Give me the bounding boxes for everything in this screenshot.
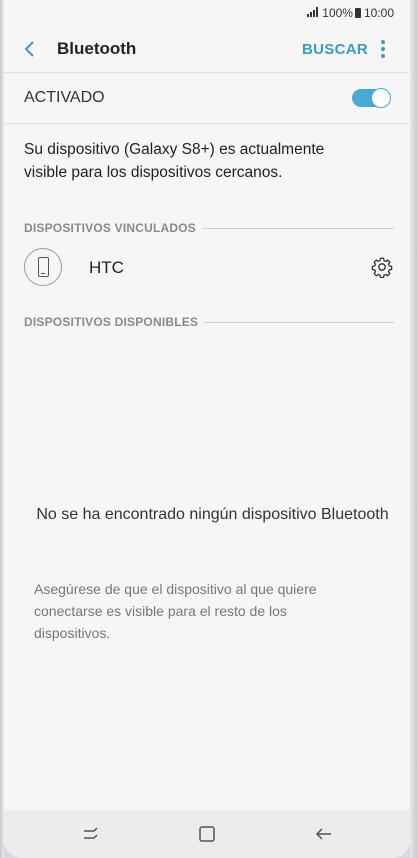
paired-device-row[interactable]: HTC — [24, 248, 394, 290]
right-bezel — [410, 0, 417, 858]
gear-icon[interactable] — [371, 256, 393, 278]
divider — [204, 321, 394, 323]
back-arrow-icon[interactable] — [313, 823, 335, 845]
page-title: Bluetooth — [57, 39, 137, 58]
home-icon[interactable] — [196, 823, 218, 845]
vertical-dots-icon[interactable] — [376, 38, 390, 60]
bluetooth-switch[interactable] — [352, 88, 391, 108]
status-bar: 100% 10:00 — [4, 0, 410, 26]
phone-icon — [24, 248, 62, 286]
paired-devices-header: DISPOSITIVOS VINCULADOS — [24, 221, 394, 235]
battery-icon — [354, 8, 361, 18]
signal-bars-icon — [307, 6, 319, 20]
bluetooth-toggle-row[interactable]: ACTIVADO — [4, 73, 410, 124]
empty-state-hint: Asegúrese de que el dispositivo al que q… — [34, 581, 317, 641]
battery-percent: 100% — [322, 6, 353, 20]
screen: 100% 10:00 Bluetooth BUSCAR ACTIVADO Su … — [4, 0, 410, 858]
switch-knob — [371, 88, 391, 108]
app-bar: Bluetooth BUSCAR — [4, 26, 410, 73]
available-header-label: DISPOSITIVOS DISPONIBLES — [24, 315, 199, 329]
visibility-text: Su dispositivo (Galaxy S8+) es actualmen… — [24, 141, 325, 181]
nav-bar — [4, 810, 410, 858]
arrow-left-icon[interactable] — [20, 38, 42, 60]
divider — [201, 227, 394, 229]
toggle-label: ACTIVADO — [24, 89, 105, 106]
clock: 10:00 — [363, 6, 394, 20]
paired-header-label: DISPOSITIVOS VINCULADOS — [24, 221, 196, 235]
paired-device-name: HTC — [89, 258, 124, 277]
recents-icon[interactable] — [80, 823, 102, 845]
scan-button[interactable]: BUSCAR — [302, 41, 368, 58]
available-devices-header: DISPOSITIVOS DISPONIBLES — [24, 315, 394, 329]
empty-state-title: No se ha encontrado ningún dispositivo B… — [36, 506, 389, 523]
